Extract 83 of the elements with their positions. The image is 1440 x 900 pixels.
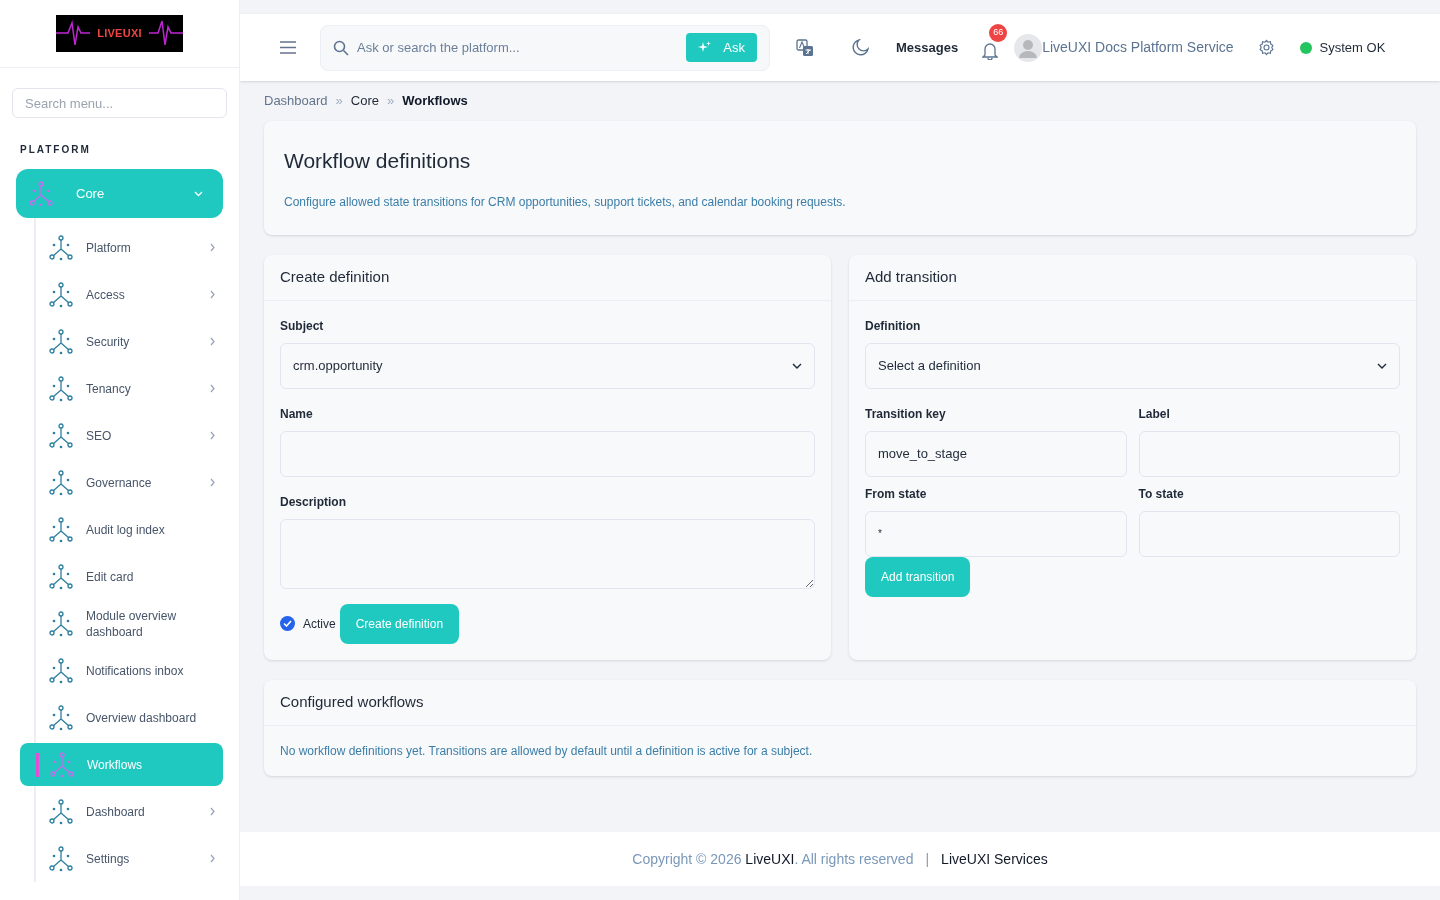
moon-icon[interactable] bbox=[852, 39, 869, 56]
network-icon bbox=[48, 234, 74, 261]
settings-icon[interactable] bbox=[1257, 39, 1275, 56]
chevron-right-icon bbox=[210, 431, 215, 440]
chevron-right-icon bbox=[210, 290, 215, 299]
active-checkbox[interactable] bbox=[280, 616, 295, 631]
chevron-right-icon bbox=[210, 384, 215, 393]
network-icon bbox=[48, 328, 74, 355]
field-label: Subject bbox=[280, 317, 325, 335]
sidebar-item[interactable]: Dashboard bbox=[36, 788, 223, 835]
breadcrumb-link[interactable]: Dashboard bbox=[264, 91, 328, 111]
network-icon bbox=[48, 610, 74, 637]
network-icon bbox=[48, 281, 74, 308]
notification-badge: 66 bbox=[989, 23, 1008, 42]
page-title: Workflow definitions bbox=[284, 148, 472, 174]
network-icon bbox=[48, 422, 74, 449]
menu-icon[interactable] bbox=[280, 41, 296, 54]
chevron-right-icon bbox=[210, 807, 215, 816]
logo-text: LIVEUXI bbox=[97, 26, 142, 42]
footer-link[interactable]: LiveUXI Services bbox=[941, 848, 1048, 870]
field-label: Name bbox=[280, 405, 314, 423]
sidebar-item[interactable]: Audit log index bbox=[36, 506, 223, 553]
breadcrumb-separator: » bbox=[387, 92, 395, 111]
section-heading: PLATFORM bbox=[19, 143, 92, 157]
empty-message: No workflow definitions yet. Transitions are allowed by default until a definition is active for a subject. bbox=[279, 742, 814, 760]
sidebar-item[interactable]: Notifications inbox bbox=[36, 647, 223, 694]
messages-link[interactable]: Messages bbox=[896, 37, 959, 58]
network-icon bbox=[48, 798, 74, 825]
chevron-down-icon bbox=[792, 362, 802, 369]
copyright-text: Copyright © 2026 LiveUXI. All rights reserved bbox=[632, 849, 914, 869]
field-label: Label bbox=[1138, 405, 1171, 423]
breadcrumb-current: Workflows bbox=[402, 92, 468, 111]
search-field[interactable]: Search menu... bbox=[12, 88, 227, 118]
chevron-right-icon bbox=[210, 854, 215, 863]
sidebar-item[interactable]: Module overview dashboard bbox=[36, 600, 223, 647]
sidebar-item[interactable]: SEO bbox=[36, 412, 223, 459]
check-icon bbox=[283, 620, 292, 627]
breadcrumb-separator: » bbox=[335, 92, 343, 111]
subject-select[interactable]: crm.opportunity bbox=[280, 342, 815, 389]
card-title: Configured workflows bbox=[264, 679, 1416, 726]
network-icon bbox=[48, 375, 74, 402]
sidebar-item[interactable]: Edit card bbox=[36, 553, 223, 600]
definition-select[interactable]: Select a definition bbox=[865, 342, 1400, 389]
chevron-down-icon bbox=[1377, 362, 1387, 369]
sidebar-item[interactable]: Tenancy bbox=[36, 365, 223, 412]
network-icon bbox=[49, 751, 75, 778]
field-label: Transition key bbox=[865, 405, 947, 423]
sidebar-item[interactable]: Overview dashboard bbox=[36, 694, 223, 741]
search-icon bbox=[333, 39, 349, 56]
card-title: Create definition bbox=[264, 254, 831, 301]
sidebar-item[interactable]: Access bbox=[36, 271, 223, 318]
sidebar-item[interactable]: Security bbox=[36, 318, 223, 365]
network-icon bbox=[28, 180, 54, 207]
breadcrumb-link[interactable]: Core bbox=[350, 91, 380, 111]
network-icon bbox=[48, 657, 74, 684]
sidebar-item[interactable]: Settings bbox=[36, 835, 223, 882]
sidebar-item[interactable]: Platform bbox=[36, 224, 223, 271]
user-name[interactable]: LiveUXI Docs Platform Service bbox=[1042, 37, 1234, 58]
transition-key-field[interactable]: move_to_stage bbox=[865, 430, 1127, 477]
network-icon bbox=[48, 469, 74, 496]
chevron-right-icon bbox=[210, 478, 215, 487]
chevron-right-icon bbox=[210, 243, 215, 252]
sidebar-item[interactable]: Governance bbox=[36, 459, 223, 506]
network-icon bbox=[48, 845, 74, 872]
page-description: Configure allowed state transitions for CRM opportunities, support tickets, and calendar booking requests. bbox=[284, 193, 847, 211]
from-state-field[interactable]: * bbox=[865, 510, 1127, 557]
field-label: Description bbox=[280, 493, 347, 511]
description-field[interactable] bbox=[280, 518, 815, 589]
active-label: Active bbox=[303, 615, 336, 633]
field-label: Definition bbox=[865, 317, 922, 335]
separator: | bbox=[925, 849, 930, 869]
status-text: System OK bbox=[1319, 38, 1386, 57]
card-title: Add transition bbox=[849, 254, 1416, 301]
chevron-down-icon bbox=[194, 190, 203, 197]
field-label: To state bbox=[1138, 485, 1185, 503]
network-icon bbox=[48, 516, 74, 543]
active-indicator bbox=[36, 752, 39, 777]
chevron-right-icon bbox=[210, 337, 215, 346]
network-icon bbox=[48, 704, 74, 731]
network-icon bbox=[48, 563, 74, 590]
field-label: From state bbox=[865, 485, 928, 503]
translate-icon[interactable] bbox=[796, 38, 814, 57]
bell-icon[interactable] bbox=[982, 41, 999, 60]
